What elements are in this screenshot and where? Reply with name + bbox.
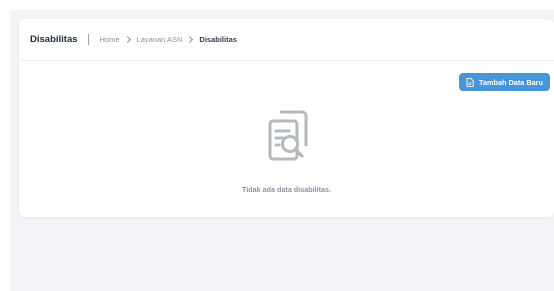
title-separator (87, 34, 89, 45)
document-search-icon (256, 108, 316, 168)
document-icon (466, 77, 474, 87)
page-title: Disabilitas (30, 34, 78, 45)
add-data-label: Tambah Data Baru (479, 77, 543, 87)
empty-state-message: Tidak ada data disabilitas. (242, 185, 331, 194)
card-header: Disabilitas Home Layanan ASN Disabilitas (19, 19, 554, 61)
add-data-button[interactable]: Tambah Data Baru (459, 73, 550, 91)
breadcrumb-current: Disabilitas (199, 35, 237, 44)
breadcrumb-layanan-asn[interactable]: Layanan ASN (137, 35, 183, 44)
breadcrumb-home[interactable]: Home (100, 35, 120, 44)
page-background: Disabilitas Home Layanan ASN Disabilitas… (10, 10, 554, 291)
content-card: Disabilitas Home Layanan ASN Disabilitas… (19, 19, 554, 217)
chevron-right-icon (123, 35, 131, 44)
breadcrumb: Home Layanan ASN Disabilitas (100, 35, 237, 44)
chevron-right-icon (186, 35, 194, 44)
